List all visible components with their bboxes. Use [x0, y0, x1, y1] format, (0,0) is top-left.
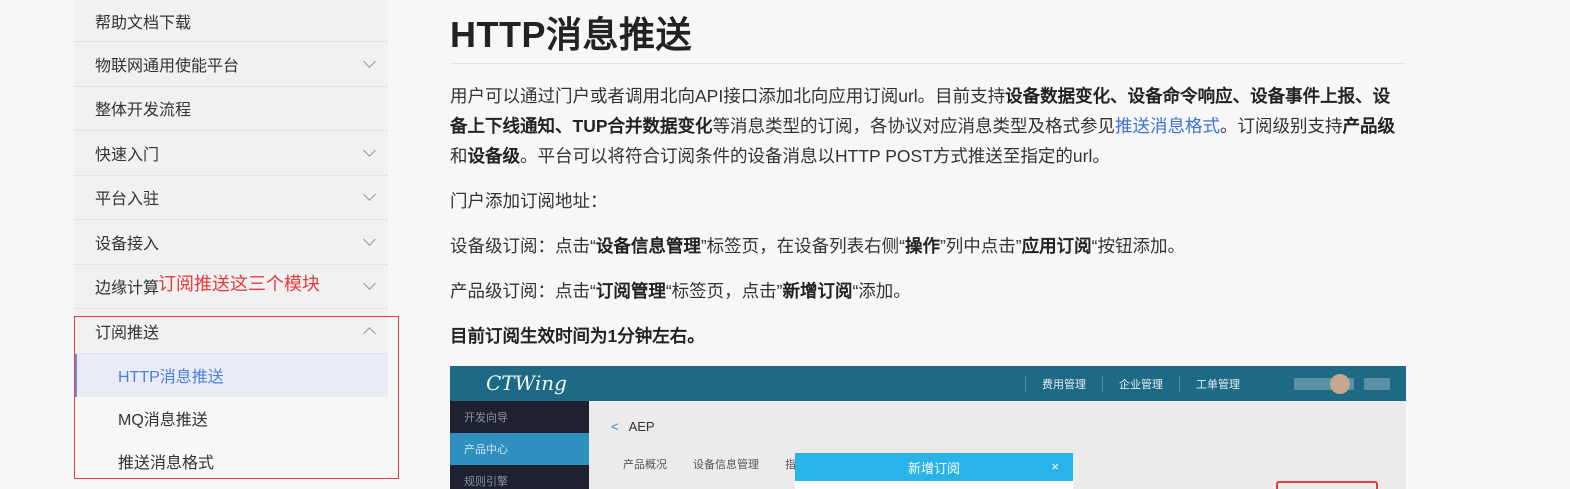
chevron-down-icon[interactable]: [363, 188, 376, 202]
intro-paragraph: 用户可以通过门户或者调用北向API接口添加北向应用订阅url。目前支持设备数据变…: [450, 81, 1406, 171]
sub-item-label: 推送消息格式: [118, 455, 215, 472]
sidebar: 帮助文档下载 物联网通用使能平台 整体开发流程 快速入门 平台入驻 设备接入 边…: [74, 0, 388, 489]
screenshot-tab: 设备信息管理: [693, 459, 759, 471]
screenshot-side-item: 规则引擎: [464, 476, 508, 488]
ctwing-logo: CTWing: [486, 371, 567, 395]
bold-run: 新增订阅: [782, 281, 853, 301]
sub-item-label: MQ消息推送: [118, 412, 208, 429]
nav-item-label: 设备接入: [95, 235, 160, 253]
nav-item-help-download[interactable]: 帮助文档下载: [74, 0, 388, 42]
chevron-up-icon[interactable]: [363, 326, 376, 340]
text-run: 等消息类型的订阅，各协议对应消息类型及格式参见: [712, 116, 1116, 136]
text-run: ”标签页，在设备列表右侧“: [700, 236, 905, 256]
text-run: “标签页，点击”: [665, 281, 783, 301]
bold-run: 订阅管理: [595, 281, 666, 301]
chevron-down-icon[interactable]: [363, 232, 376, 246]
nav-item-quick-start[interactable]: 快速入门: [74, 131, 388, 176]
bold-run: 设备信息管理: [595, 236, 701, 256]
bold-run: 应用订阅: [1021, 236, 1092, 256]
avatar: [1330, 374, 1350, 394]
text-run: 设备级订阅：点击“: [450, 236, 596, 256]
text-run: 产品级订阅：点击“: [450, 281, 596, 301]
redacted-text: [1364, 378, 1390, 390]
bold-run: 产品级: [1342, 116, 1396, 136]
nav-item-iot-platform[interactable]: 物联网通用使能平台: [74, 42, 388, 87]
screenshot-tabs: 产品概况 设备信息管理 指令: [623, 456, 807, 472]
text-run: 。平台可以将符合订阅条件的设备消息以HTTP POST方式推送至指定的url。: [520, 146, 1110, 166]
screenshot-sidebar: 开发向导 产品中心 规则引擎: [450, 401, 589, 489]
embedded-screenshot: CTWing 费用管理 企业管理 工单管理 开发向导 产品中心 规则引擎 < AE…: [450, 366, 1406, 489]
nav-item-platform-onboarding[interactable]: 平台入驻: [74, 175, 388, 220]
chevron-left-icon: <: [611, 419, 619, 434]
bold-run: 设备级: [467, 146, 521, 166]
nav-item-label: 物联网通用使能平台: [95, 57, 240, 75]
nav-item-subscription-push[interactable]: 订阅推送: [74, 309, 388, 354]
screenshot-side-item: 产品中心: [450, 433, 589, 465]
screenshot-header: CTWing 费用管理 企业管理 工单管理: [450, 366, 1406, 401]
page-title: HTTP消息推送: [450, 14, 692, 55]
screenshot-modal-header: 新增订阅 ×: [795, 453, 1073, 481]
nav-item-label: 整体开发流程: [95, 102, 192, 120]
screenshot-modal-title: 新增订阅: [907, 460, 960, 476]
nav-item-dev-flow[interactable]: 整体开发流程: [74, 86, 388, 131]
screenshot-tab: 产品概况: [623, 459, 667, 471]
screenshot-back: < AEP: [611, 419, 655, 434]
main-content: HTTP消息推送 用户可以通过门户或者调用北向API接口添加北向应用订阅url。…: [450, 0, 1406, 351]
close-icon: ×: [1051, 459, 1059, 474]
nav-item-label: 订阅推送: [95, 324, 160, 342]
text-run: 。订阅级别支持: [1220, 116, 1343, 136]
screenshot-back-label: AEP: [628, 419, 655, 434]
text-run: 和: [450, 146, 468, 166]
push-format-link[interactable]: 推送消息格式: [1115, 116, 1220, 136]
device-level-paragraph: 设备级订阅：点击“设备信息管理”标签页，在设备列表右侧“操作”列中点击”应用订阅…: [450, 231, 1406, 261]
sub-item-push-format[interactable]: 推送消息格式: [74, 439, 388, 483]
title-divider: [450, 63, 1406, 64]
nav-item-label: 平台入驻: [95, 191, 160, 209]
text-run: 用户可以通过门户或者调用北向API接口添加北向应用订阅url。目前支持: [450, 86, 1006, 106]
nav-item-label: 帮助文档下载: [95, 14, 192, 32]
nav-item-label: 快速入门: [95, 146, 160, 164]
nav-item-label: 边缘计算: [95, 280, 160, 298]
screenshot-top-menu: 费用管理 企业管理 工单管理: [1025, 366, 1256, 401]
screenshot-modal: 新增订阅 ×: [795, 453, 1073, 489]
product-level-paragraph: 产品级订阅：点击“订阅管理“标签页，点击”新增订阅“添加。: [450, 276, 1406, 306]
screenshot-highlight-box: [1276, 481, 1378, 489]
annotation-text: 订阅推送这三个模块: [158, 274, 320, 294]
nav-item-device-access[interactable]: 设备接入: [74, 220, 388, 265]
sub-item-mq-push[interactable]: MQ消息推送: [74, 396, 388, 440]
screenshot-menu-item: 企业管理: [1102, 375, 1179, 392]
text-run: ”列中点击”: [939, 236, 1022, 256]
screenshot-side-item: 开发向导: [464, 412, 508, 424]
bold-run: 操作: [904, 236, 940, 256]
effective-time-note: 目前订阅生效时间为1分钟左右。: [450, 326, 705, 346]
chevron-down-icon[interactable]: [363, 143, 376, 157]
screenshot-menu-item: 费用管理: [1025, 375, 1102, 392]
sub-item-http-push[interactable]: HTTP消息推送: [74, 353, 388, 397]
chevron-down-icon[interactable]: [363, 54, 376, 68]
text-run: “添加。: [852, 281, 911, 301]
portal-add-paragraph: 门户添加订阅地址：: [450, 191, 608, 211]
screenshot-user-area: [1275, 374, 1390, 394]
sub-item-label: HTTP消息推送: [118, 369, 224, 386]
text-run: “按钮添加。: [1091, 236, 1185, 256]
chevron-down-icon[interactable]: [363, 277, 376, 291]
screenshot-menu-item: 工单管理: [1179, 375, 1256, 392]
